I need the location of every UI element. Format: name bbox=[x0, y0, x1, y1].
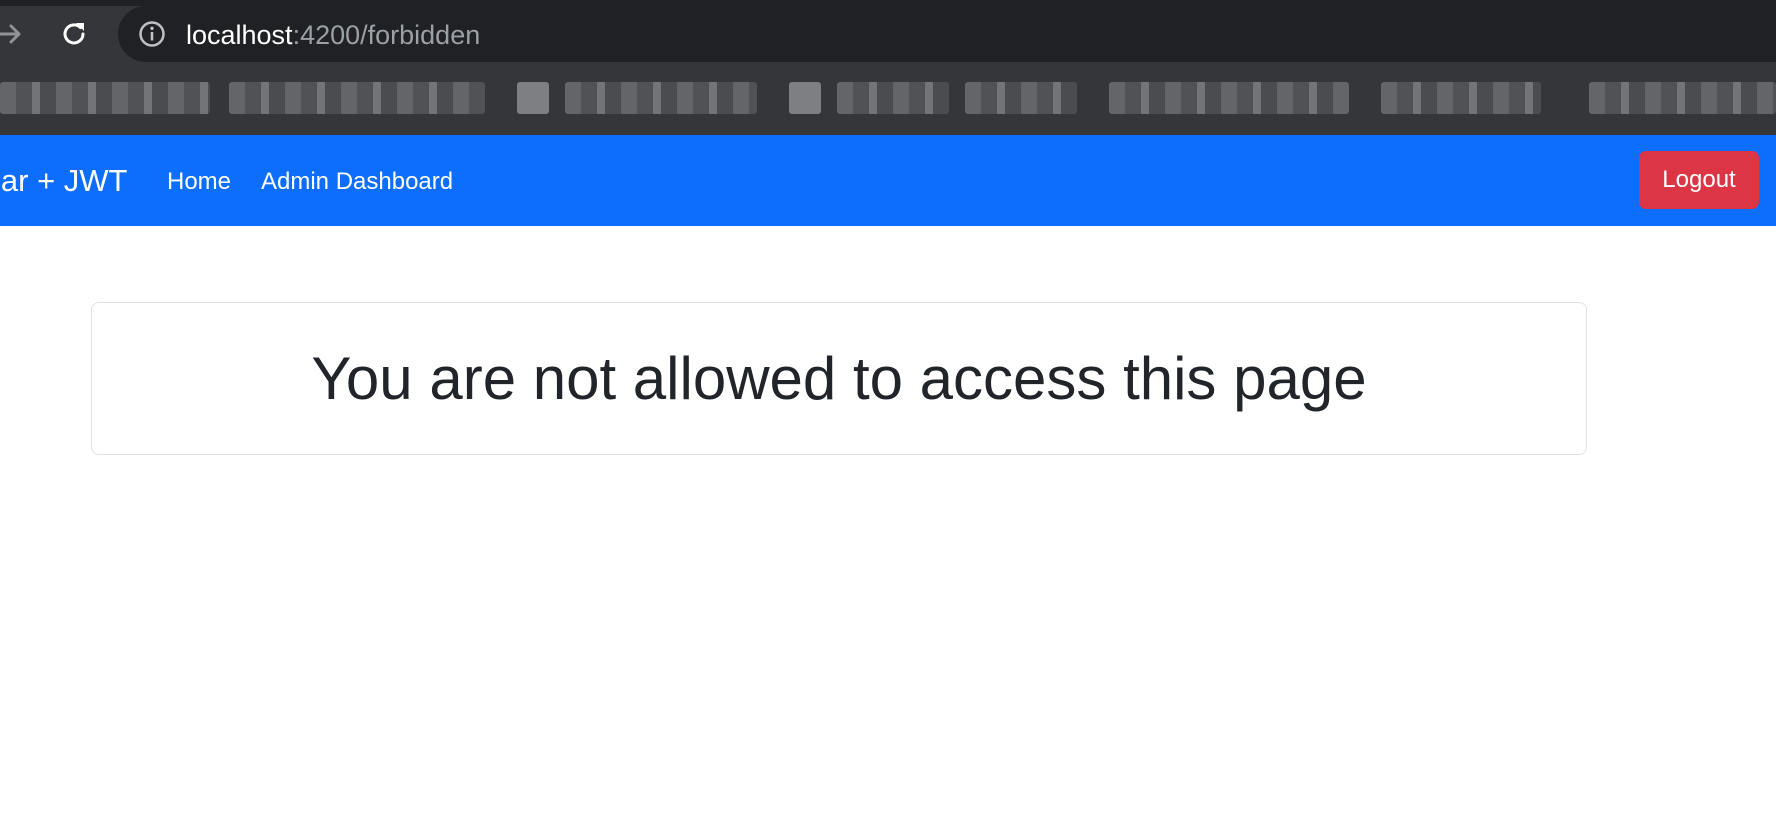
bookmark-item[interactable] bbox=[1381, 82, 1541, 114]
bookmarks-bar bbox=[0, 80, 1776, 116]
bookmark-item[interactable] bbox=[1109, 82, 1349, 114]
bookmark-item[interactable] bbox=[1589, 82, 1776, 114]
url-text[interactable]: localhost:4200/forbidden bbox=[186, 21, 480, 49]
forbidden-card: You are not allowed to access this page bbox=[91, 302, 1587, 455]
browser-chrome: localhost:4200/forbidden bbox=[0, 0, 1776, 135]
navbar-brand[interactable]: lar + JWT bbox=[0, 163, 127, 199]
bookmark-item[interactable] bbox=[965, 82, 1077, 114]
url-path: :4200/forbidden bbox=[292, 20, 481, 50]
forward-button[interactable] bbox=[0, 14, 30, 54]
bookmark-item[interactable] bbox=[837, 82, 949, 114]
info-icon[interactable] bbox=[138, 20, 166, 48]
bookmark-item[interactable] bbox=[789, 82, 821, 114]
arrow-forward-icon bbox=[0, 24, 21, 44]
bookmark-item[interactable] bbox=[565, 82, 757, 114]
page-heading: You are not allowed to access this page bbox=[311, 344, 1367, 412]
reload-button[interactable] bbox=[54, 14, 94, 54]
logout-button[interactable]: Logout bbox=[1639, 151, 1759, 209]
address-bar[interactable]: localhost:4200/forbidden bbox=[118, 6, 1776, 62]
nav-link-home[interactable]: Home bbox=[167, 167, 231, 197]
bookmark-item[interactable] bbox=[229, 82, 485, 114]
nav-link-admin-dashboard[interactable]: Admin Dashboard bbox=[261, 167, 453, 197]
app-navbar: lar + JWT Home Admin Dashboard Logout bbox=[0, 135, 1776, 226]
bookmark-item[interactable] bbox=[517, 82, 549, 114]
reload-icon bbox=[63, 23, 85, 45]
bookmark-item[interactable] bbox=[0, 82, 210, 114]
url-host: localhost bbox=[186, 20, 293, 50]
